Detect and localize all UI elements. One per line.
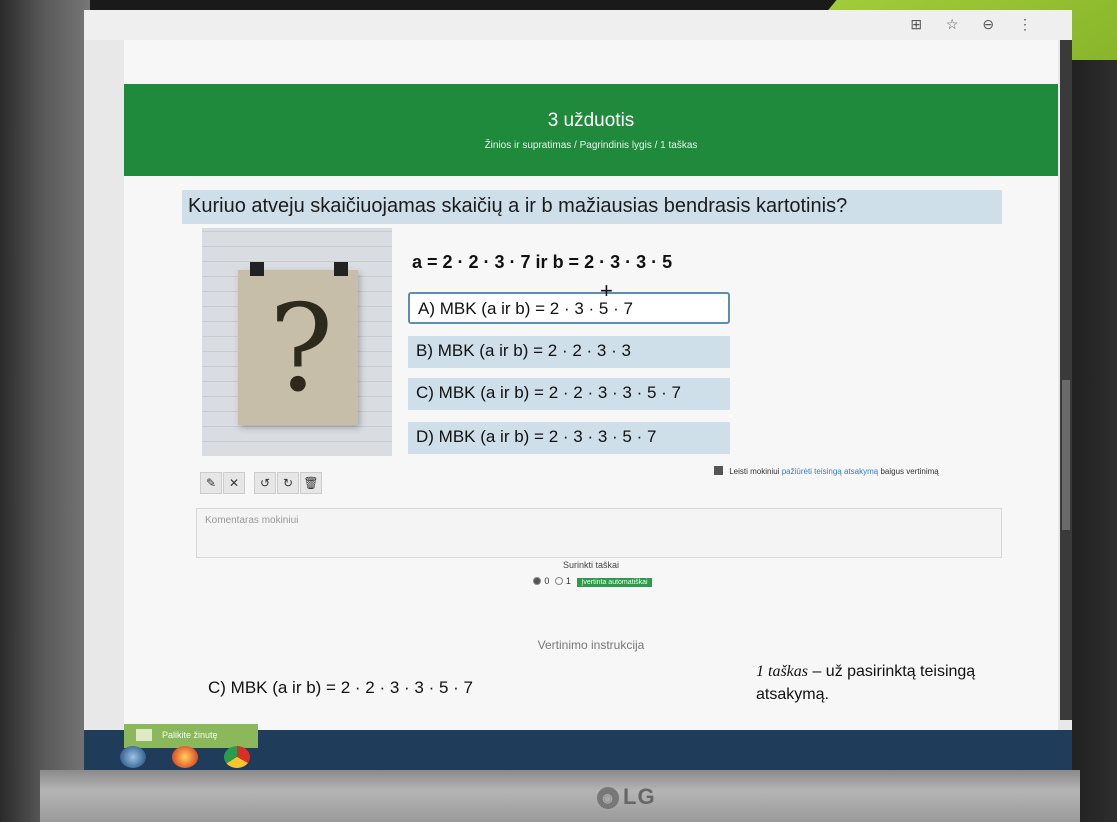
crosshair-cursor-icon: + [600, 278, 613, 303]
allow-view-suffix: baigus vertinimą [880, 467, 939, 476]
firefox-icon[interactable] [172, 746, 198, 768]
close-icon[interactable]: ✕ [223, 472, 245, 494]
question-formula: a = 2 · 2 · 3 · 7 ir b = 2 · 3 · 3 · 5 [412, 252, 673, 272]
question-mark-icon: ? [269, 280, 334, 419]
allow-view-link[interactable]: pažiūrėti teisingą atsakymą [782, 467, 879, 476]
task-subtitle: Žinios ir supratimas / Pagrindinis lygis… [484, 140, 698, 151]
comment-input[interactable]: Komentaras mokiniui [196, 508, 1002, 558]
points-title: Surinkti taškai [562, 560, 620, 570]
browser-toolbar: ⊞ ☆ ⊖ ⋮ [84, 10, 1072, 40]
answer-option-d[interactable]: D) MBK (a ir b) = 2 · 3 · 3 · 5 · 7 [408, 422, 730, 454]
allow-view-prefix: Leisti mokiniui [729, 467, 780, 476]
start-button-icon[interactable] [120, 746, 146, 768]
answer-option-b[interactable]: B) MBK (a ir b) = 2 · 2 · 3 · 3 [408, 336, 730, 368]
answer-toolbar: ✎ ✕ ↺ ↻ 🗑 [200, 472, 323, 494]
message-icon [136, 729, 152, 741]
redo-icon[interactable]: ↻ [277, 472, 299, 494]
lg-logo-icon: ◉ [597, 787, 619, 809]
monitor-bezel-bottom [40, 770, 1080, 822]
instructions-points: 1 taškas – už pasirinktą teisingą atsaky… [756, 660, 1036, 706]
task-header: 3 užduotis Žinios ir supratimas / Pagrin… [124, 84, 1058, 176]
points-label-1: 1 [565, 576, 571, 586]
pencil-icon[interactable]: ✎ [200, 472, 222, 494]
allow-view-answer[interactable]: Leisti mokiniui pažiūrėti teisingą atsak… [714, 466, 939, 476]
answer-option-a[interactable]: A) MBK (a ir b) = 2 · 3 · 5 · 7 [408, 292, 730, 324]
undo-icon[interactable]: ↺ [254, 472, 276, 494]
instructions-correct-answer: C) MBK (a ir b) = 2 · 2 · 3 · 3 · 5 · 7 [208, 678, 473, 697]
points-options: 0 1 Įvertinta automatiškai [124, 576, 1058, 587]
scrollbar-thumb[interactable] [1062, 380, 1070, 530]
trash-icon[interactable]: 🗑 [300, 472, 322, 494]
question-text: Kuriuo atveju skaičiuojamas skaičių a ir… [182, 190, 1002, 224]
instructions-title: Vertinimo instrukcija [537, 638, 645, 652]
points-section: Surinkti taškai 0 1 Įvertinta automatišk… [124, 560, 1058, 587]
clip-icon [334, 262, 348, 276]
monitor-bezel-left [0, 0, 90, 822]
auto-graded-badge: Įvertinta automatiškai [577, 578, 652, 587]
monitor-logo: ◉ LG [597, 784, 656, 810]
points-label-0: 0 [544, 576, 550, 586]
exercise-page: 3 užduotis Žinios ir supratimas / Pagrin… [124, 40, 1058, 740]
chrome-icon[interactable] [224, 746, 250, 768]
answer-option-c[interactable]: C) MBK (a ir b) = 2 · 2 · 3 · 3 · 5 · 7 [408, 378, 730, 410]
task-title: 3 užduotis [547, 110, 635, 131]
points-radio-0[interactable] [533, 577, 542, 585]
browser-toolbar-icons[interactable]: ⊞ ☆ ⊖ ⋮ [910, 16, 1042, 33]
instructions-points-em: 1 taškas [756, 663, 808, 680]
points-radio-1[interactable] [554, 577, 563, 585]
screen: ⊞ ☆ ⊖ ⋮ 3 užduotis Žinios ir supratimas … [84, 10, 1072, 770]
allow-view-checkbox[interactable] [714, 466, 723, 475]
clip-icon [250, 262, 264, 276]
